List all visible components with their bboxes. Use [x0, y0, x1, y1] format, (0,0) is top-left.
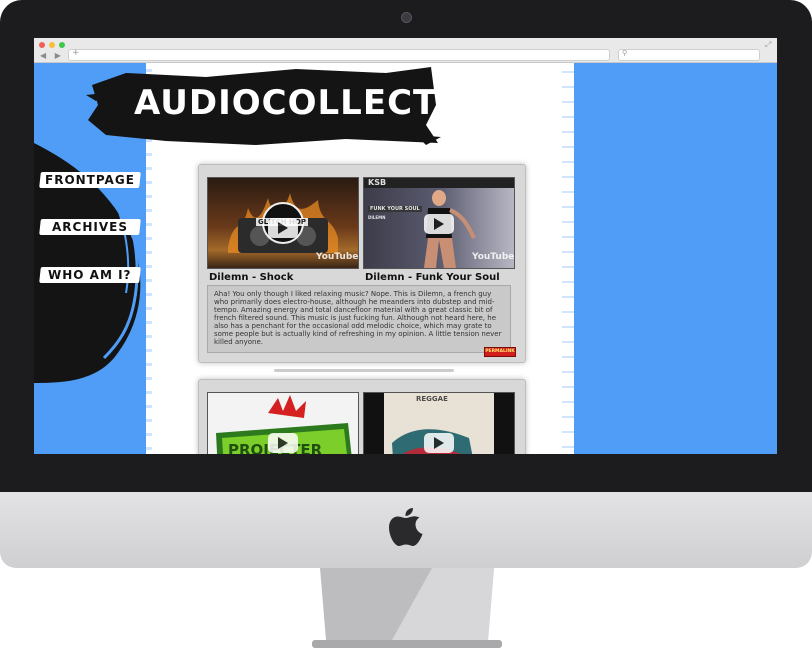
post-card: GLITCH HOP YouTube KSB FUNK YOUR SOUL DI… [198, 164, 526, 363]
nav-archives-link[interactable]: ARCHIVES [39, 219, 141, 235]
album-header: REGGAE [416, 395, 448, 403]
play-button[interactable] [268, 433, 298, 453]
post-divider [274, 369, 454, 372]
post-title-shock[interactable]: Dilemn - Shock [209, 272, 293, 283]
minimize-window-button[interactable] [49, 42, 55, 48]
side-brush-decoration [34, 143, 141, 383]
site-title[interactable]: AUDIOCOLLECTOR [134, 83, 494, 123]
camera-icon [401, 12, 412, 23]
nav-archives-label: ARCHIVES [52, 220, 128, 234]
video-thumbnail-funk-your-soul[interactable]: KSB FUNK YOUR SOUL DILEMN YouTube [363, 177, 515, 269]
post-excerpt: Aha! You only though I liked relaxing mu… [207, 285, 511, 353]
web-page: AUDIOCOLLECTOR FRONTPAGE ARCHIVES WHO AM… [34, 63, 777, 454]
monitor-stand [312, 568, 502, 648]
expand-icon[interactable]: ⤢ [765, 40, 771, 50]
play-icon [278, 437, 288, 449]
play-button[interactable] [424, 433, 454, 453]
search-icon: ⚲ [622, 49, 628, 57]
post-card: PROJECTER REGGAE [198, 379, 526, 454]
apple-logo-icon [389, 508, 423, 546]
video-thumbnail-projecter[interactable]: PROJECTER [207, 392, 359, 454]
browser-search-field[interactable]: ⚲ [618, 49, 760, 61]
address-bar[interactable]: + [68, 48, 610, 61]
nav-frontpage-label: FRONTPAGE [45, 173, 135, 187]
nav-who-am-i-label: WHO AM I? [48, 268, 132, 282]
maximize-window-button[interactable] [59, 42, 65, 48]
screen: ◀ ▶ + ⚲ ⤢ AUDIOCOLLECTOR FRONTPAGE ARCHI… [34, 38, 777, 454]
youtube-watermark: YouTube [472, 252, 515, 262]
back-forward-arrows-icon[interactable]: ◀ ▶ [40, 51, 64, 60]
nav-frontpage-link[interactable]: FRONTPAGE [39, 172, 141, 188]
permalink-button[interactable]: PERMALINK [484, 347, 516, 357]
plus-icon[interactable]: + [72, 48, 80, 58]
nav-who-am-i-link[interactable]: WHO AM I? [39, 267, 141, 283]
post-title-funk-your-soul[interactable]: Dilemn - Funk Your Soul [365, 272, 500, 283]
video-thumbnail-reggae[interactable]: REGGAE [363, 392, 515, 454]
close-window-button[interactable] [39, 42, 45, 48]
play-button[interactable] [424, 214, 454, 234]
video-thumbnail-shock[interactable]: GLITCH HOP YouTube [207, 177, 359, 269]
play-icon [434, 218, 444, 230]
play-button[interactable] [268, 218, 298, 238]
play-icon [434, 437, 444, 449]
browser-toolbar: ◀ ▶ + ⚲ ⤢ [34, 38, 777, 63]
brush-edge-right [562, 63, 574, 454]
youtube-watermark: YouTube [316, 252, 359, 262]
play-icon [278, 222, 288, 234]
